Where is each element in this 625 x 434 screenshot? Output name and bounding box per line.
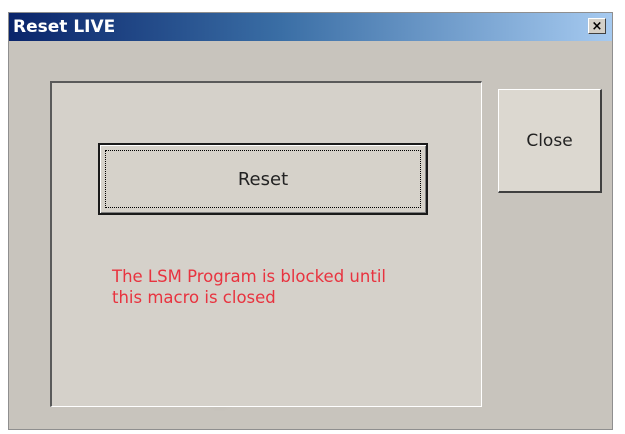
window-title: Reset LIVE [13, 17, 116, 37]
reset-button[interactable]: Reset [98, 143, 428, 215]
close-button[interactable]: Close [498, 89, 602, 193]
blocked-message: The LSM Program is blocked until this ma… [112, 266, 432, 308]
title-close-button[interactable]: × [588, 18, 606, 34]
close-button-label: Close [526, 130, 573, 151]
content-frame: Reset The LSM Program is blocked until t… [50, 81, 482, 407]
title-bar[interactable]: Reset LIVE × [9, 13, 612, 41]
close-icon: × [591, 18, 603, 34]
dialog-client-area: Reset The LSM Program is blocked until t… [9, 41, 612, 429]
blocked-message-line-1: The LSM Program is blocked until [112, 267, 386, 286]
dialog-window: Reset LIVE × Reset The LSM Program is bl… [8, 12, 613, 430]
blocked-message-line-2: this macro is closed [112, 288, 276, 307]
reset-button-label: Reset [237, 168, 289, 190]
